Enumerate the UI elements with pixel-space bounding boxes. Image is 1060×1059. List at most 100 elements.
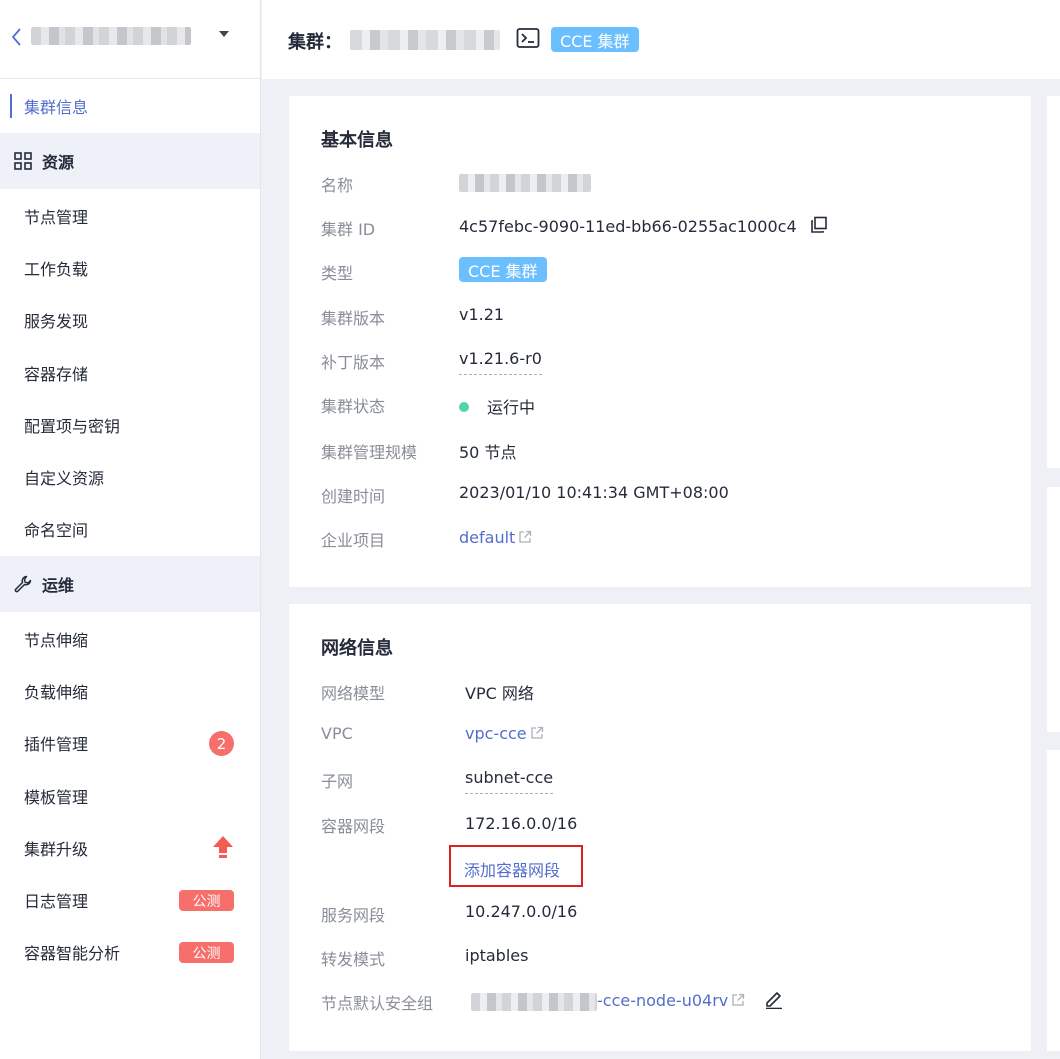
sidebar-item-node-scaling[interactable]: 节点伸缩 [0, 613, 260, 665]
cluster-id-value: 4c57febc-9090-11ed-bb66-0255ac1000c4 [459, 216, 828, 236]
project-link-text[interactable]: default [459, 528, 515, 547]
sidebar-item-label: 节点管理 [24, 208, 89, 227]
cluster-name-value [459, 172, 591, 192]
sidebar-item-workload-scaling[interactable]: 负载伸缩 [0, 665, 260, 717]
field-label: VPC [321, 724, 353, 743]
sidebar-item-workloads[interactable]: 工作负载 [0, 242, 260, 294]
field-label: 集群 ID [321, 220, 376, 239]
field-label: 集群状态 [321, 397, 386, 416]
cluster-type-tag: CCE 集群 [459, 257, 547, 282]
back-arrow-icon[interactable] [9, 25, 25, 49]
field-label: 转发模式 [321, 950, 386, 969]
field-label: 节点默认安全组 [321, 994, 434, 1013]
field-label: 子网 [321, 772, 354, 791]
sidebar-item-label: 工作负载 [24, 260, 89, 279]
vpc-link-text[interactable]: vpc-cce [465, 724, 527, 743]
grid-icon [14, 152, 32, 170]
field-label: 名称 [321, 176, 354, 195]
sidebar-item-namespaces[interactable]: 命名空间 [0, 503, 260, 555]
sidebar-item-label: 自定义资源 [24, 469, 105, 488]
highlight-annotation-box [449, 845, 583, 887]
sidebar-item-custom-resources[interactable]: 自定义资源 [0, 451, 260, 503]
cluster-version-value: v1.21 [459, 305, 505, 324]
sidebar-group-resources[interactable]: 资源 [0, 133, 260, 189]
sidebar-item-cluster-info[interactable]: 集群信息 [0, 80, 260, 132]
status-dot-icon [459, 402, 469, 412]
external-link-icon [530, 726, 543, 739]
cluster-status-value: 运行中 [459, 394, 535, 418]
beta-tag: 公测 [179, 890, 234, 911]
field-label: 类型 [321, 264, 354, 283]
copy-icon[interactable] [810, 216, 828, 234]
cluster-name-redacted [350, 30, 500, 50]
page-header: 集群： CCE 集群 [262, 0, 1060, 79]
security-group-link[interactable]: -cce-node-u04rv [471, 989, 784, 1011]
sidebar-item-label: 命名空间 [24, 521, 89, 540]
sidebar-item-label: 模板管理 [24, 788, 89, 807]
status-text: 运行中 [487, 398, 536, 417]
external-link-icon [732, 993, 745, 1006]
cluster-label: 集群： [288, 32, 342, 53]
card-title: 网络信息 [321, 638, 393, 659]
sidebar-group-ops[interactable]: 运维 [0, 556, 260, 612]
network-info-card: 网络信息 网络模型 VPC 网络 VPC vpc-cce 子网 subnet-c… [289, 604, 1031, 1051]
network-model-value: VPC 网络 [465, 684, 534, 703]
sidebar-item-label: 容器智能分析 [24, 944, 121, 963]
forward-mode-value: iptables [465, 946, 529, 965]
sidebar-group-label: 运维 [42, 576, 75, 595]
sidebar-item-label: 节点伸缩 [24, 631, 89, 650]
right-card-edge [1047, 96, 1060, 468]
sidebar-item-storage[interactable]: 容器存储 [0, 347, 260, 399]
sidebar-item-label: 服务发现 [24, 312, 89, 331]
field-label: 创建时间 [321, 487, 386, 506]
cluster-name-redacted [459, 173, 591, 192]
sidebar-item-label: 插件管理 [24, 735, 89, 754]
field-label: 补丁版本 [321, 353, 386, 372]
chevron-down-icon[interactable] [219, 31, 229, 37]
cluster-scale-value: 50 节点 [459, 443, 517, 462]
enterprise-project-link[interactable]: default [459, 528, 532, 547]
sidebar-item-service-discovery[interactable]: 服务发现 [0, 294, 260, 346]
cluster-switcher[interactable] [0, 0, 260, 79]
sidebar-item-label: 容器存储 [24, 365, 89, 384]
external-link-icon [519, 530, 532, 543]
created-time-value: 2023/01/10 10:41:34 GMT+08:00 [459, 483, 729, 502]
cluster-type-value: CCE 集群 [459, 257, 547, 282]
security-group-redacted [471, 992, 597, 1011]
wrench-icon [14, 575, 32, 593]
field-label: 集群管理规模 [321, 443, 418, 462]
vpc-link[interactable]: vpc-cce [465, 724, 544, 743]
field-label: 网络模型 [321, 684, 386, 703]
cluster-type-tag: CCE 集群 [551, 27, 639, 52]
basic-info-card: 基本信息 名称 集群 ID 4c57febc-9090-11ed-bb66-02… [289, 96, 1031, 587]
sidebar: 集群信息 资源 节点管理 工作负载 服务发现 容器存储 配置项与密钥 自定义资源… [0, 0, 261, 1059]
edit-pencil-icon[interactable] [764, 989, 784, 1009]
subnet-value[interactable]: subnet-cce [465, 768, 554, 794]
field-label: 集群版本 [321, 309, 386, 328]
field-label: 服务网段 [321, 906, 386, 925]
sidebar-item-label: 集群信息 [24, 98, 89, 117]
service-cidr-value: 10.247.0.0/16 [465, 902, 578, 921]
right-card-edge [1047, 487, 1060, 732]
sidebar-group-label: 资源 [42, 153, 75, 172]
sidebar-item-nodes[interactable]: 节点管理 [0, 190, 260, 242]
sidebar-item-configmaps-secrets[interactable]: 配置项与密钥 [0, 399, 260, 451]
security-group-link-text[interactable]: -cce-node-u04rv [597, 991, 728, 1010]
field-label: 容器网段 [321, 817, 386, 836]
beta-tag: 公测 [179, 942, 234, 963]
cluster-name-redacted [31, 27, 191, 45]
right-card-edge [1047, 750, 1060, 1051]
card-title: 基本信息 [321, 130, 393, 151]
cluster-id-text: 4c57febc-9090-11ed-bb66-0255ac1000c4 [459, 217, 797, 236]
sidebar-item-label: 日志管理 [24, 892, 89, 911]
sidebar-item-label: 集群升级 [24, 840, 89, 859]
addons-count-badge: 2 [209, 731, 234, 756]
terminal-icon[interactable] [516, 27, 540, 49]
upgrade-arrow-icon [213, 836, 233, 858]
patch-version-value[interactable]: v1.21.6-r0 [459, 349, 542, 375]
field-label: 企业项目 [321, 531, 386, 550]
sidebar-item-label: 负载伸缩 [24, 683, 89, 702]
container-cidr-value: 172.16.0.0/16 [465, 814, 578, 833]
sidebar-item-templates[interactable]: 模板管理 [0, 770, 260, 822]
sidebar-item-label: 配置项与密钥 [24, 417, 121, 436]
